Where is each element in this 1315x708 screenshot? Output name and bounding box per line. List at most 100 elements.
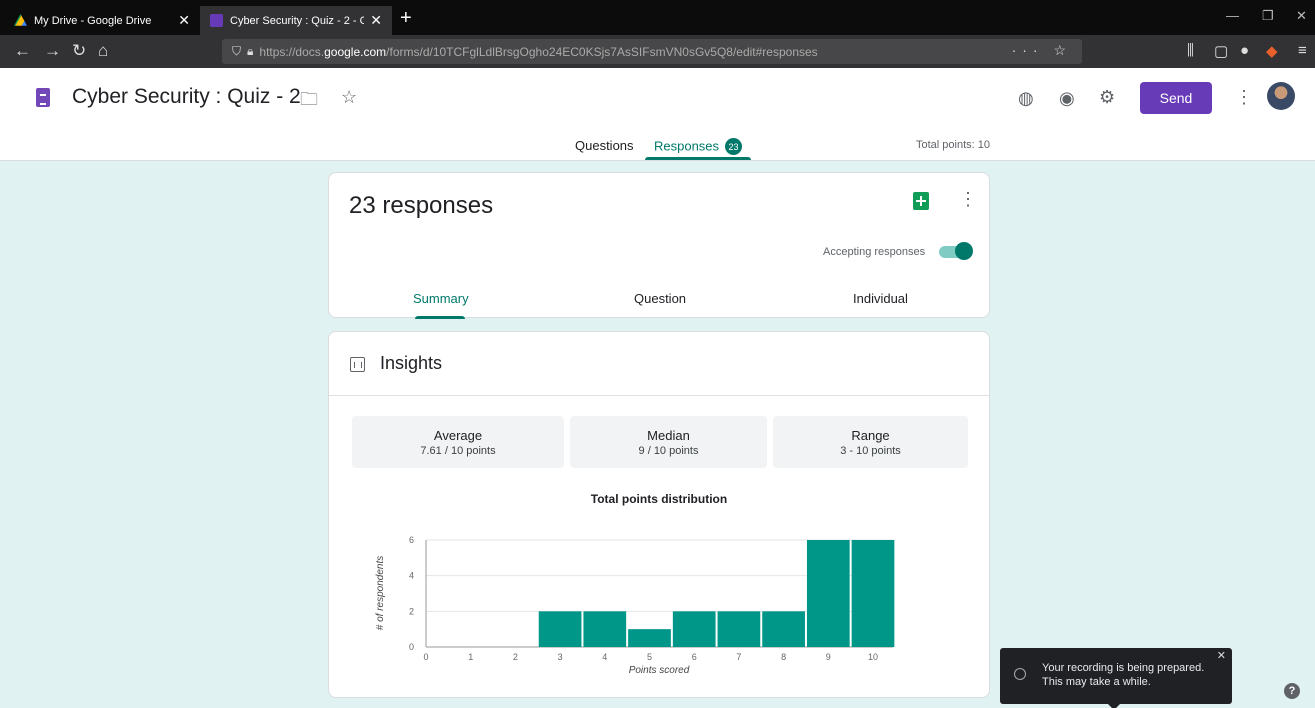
window-close-icon[interactable]: ✕ <box>1296 8 1307 24</box>
account-icon[interactable]: ● <box>1240 42 1249 59</box>
close-icon[interactable]: ✕ <box>1217 649 1226 662</box>
tab-title: Cyber Security : Quiz - 2 - Goo <box>230 14 365 27</box>
divider <box>329 395 989 396</box>
x-tick-label: 5 <box>647 652 652 662</box>
star-icon[interactable]: ☆ <box>341 87 357 108</box>
more-vert-icon[interactable]: ⋮ <box>1235 87 1253 108</box>
bar <box>583 611 627 647</box>
preview-eye-icon[interactable]: ◉ <box>1059 88 1075 109</box>
form-title[interactable]: Cyber Security : Quiz - 2 <box>72 85 301 109</box>
tab-question[interactable]: Question <box>634 291 686 306</box>
browser-tab-forms[interactable]: Cyber Security : Quiz - 2 - Goo ✕ <box>200 6 392 35</box>
palette-icon[interactable]: ◍ <box>1018 88 1034 109</box>
send-button[interactable]: Send <box>1140 82 1212 114</box>
settings-gear-icon[interactable]: ⚙ <box>1099 87 1115 108</box>
x-tick-label: 1 <box>468 652 473 662</box>
forms-header: Cyber Security : Quiz - 2 🗀 ☆ ◍ ◉ ⚙ Send… <box>0 68 1315 161</box>
bar <box>762 611 805 647</box>
tab-title: My Drive - Google Drive <box>34 14 152 27</box>
forward-icon[interactable]: → <box>44 40 61 62</box>
more-vert-icon[interactable]: ⋮ <box>959 189 977 210</box>
loading-spinner-icon <box>1014 668 1026 680</box>
reload-icon[interactable]: ↻ <box>72 40 86 62</box>
minimize-icon[interactable]: — <box>1226 8 1239 23</box>
browser-tab-drive[interactable]: My Drive - Google Drive ✕ <box>4 6 200 35</box>
tab-responses[interactable]: Responses 23 <box>654 138 743 155</box>
x-tick-label: 4 <box>602 652 607 662</box>
avatar[interactable] <box>1267 82 1295 110</box>
back-icon[interactable]: ← <box>14 40 31 62</box>
responses-card: 23 responses ⋮ Accepting responses Summa… <box>328 172 990 319</box>
home-icon[interactable]: ⌂ <box>98 40 108 62</box>
total-points: Total points: 10 <box>916 139 990 151</box>
folder-icon[interactable]: 🗀 <box>300 87 318 117</box>
x-tick-label: 10 <box>868 652 878 662</box>
bar <box>672 611 716 647</box>
responses-count-badge: 23 <box>725 138 743 155</box>
x-tick-label: 3 <box>558 652 563 662</box>
active-subtab-indicator <box>415 316 465 319</box>
y-axis-label: # of respondents <box>375 556 386 631</box>
shield-icon: ⛉ <box>232 44 242 58</box>
browser-tab-bar: My Drive - Google Drive ✕ Cyber Security… <box>0 0 1315 35</box>
y-tick-label: 4 <box>409 571 414 581</box>
y-tick-label: 2 <box>409 606 414 616</box>
google-forms-icon[interactable] <box>36 88 50 107</box>
accepting-responses-toggle[interactable] <box>939 242 973 260</box>
bar <box>628 629 671 647</box>
tab-questions[interactable]: Questions <box>575 138 634 153</box>
url-host: google.com <box>324 44 387 59</box>
stat-value: 7.61 / 10 points <box>420 445 496 457</box>
stat-value: 9 / 10 points <box>638 445 699 457</box>
stat-label: Average <box>433 428 483 443</box>
bar <box>806 540 850 647</box>
insights-chart-icon <box>350 357 365 372</box>
y-tick-label: 0 <box>409 642 414 652</box>
x-tick-label: 2 <box>513 652 518 662</box>
bar <box>717 611 761 647</box>
recording-toast: Your recording is being prepared. This m… <box>1000 648 1232 708</box>
close-tab-icon[interactable]: ✕ <box>370 12 382 29</box>
google-forms-icon <box>210 14 223 27</box>
extension-icon[interactable]: ◆ <box>1266 42 1278 60</box>
tab-summary[interactable]: Summary <box>413 291 469 306</box>
tab-responses-label: Responses <box>654 138 720 154</box>
bar <box>851 540 895 647</box>
url-path: /forms/d/10TCFglLdlBrsgOgho24EC0KSjs7AsS… <box>386 44 818 59</box>
help-icon[interactable]: ? <box>1284 683 1300 699</box>
url-bar[interactable]: ⛉ 🔒︎ https://docs. google.com /forms/d/1… <box>222 39 1082 64</box>
x-tick-label: 6 <box>692 652 697 662</box>
toggle-knob <box>955 242 973 260</box>
menu-icon[interactable]: ≡ <box>1298 42 1307 59</box>
library-icon[interactable]: ⫼ <box>1187 42 1194 59</box>
lock-icon: 🔒︎ <box>247 44 254 58</box>
new-tab-icon[interactable]: + <box>400 8 412 28</box>
google-drive-icon <box>14 14 27 26</box>
tab-individual[interactable]: Individual <box>853 291 908 306</box>
x-axis-label: Points scored <box>629 665 690 676</box>
stat-value: 3 - 10 points <box>840 445 901 457</box>
points-distribution-chart: 0 2 4 6 0 1 2 3 4 5 6 7 8 9 10 Points scored # of respon… <box>375 535 895 676</box>
toast-message: Your recording is being prepared. This m… <box>1042 662 1205 688</box>
x-tick-label: 8 <box>781 652 786 662</box>
page-actions-icon[interactable]: ··· ☆ <box>1012 42 1072 59</box>
sidebar-icon[interactable]: ▢ <box>1214 42 1228 60</box>
x-tick-label: 7 <box>736 652 741 662</box>
stat-range: Range 3 - 10 points <box>773 416 968 468</box>
chart-title: Total points distribution <box>590 492 728 506</box>
bar <box>538 611 582 647</box>
active-tab-indicator <box>645 157 751 160</box>
insights-card: Insights Average 7.61 / 10 points Median… <box>328 331 990 698</box>
accepting-responses-label: Accepting responses <box>823 246 926 258</box>
toast-pointer <box>1108 704 1120 708</box>
restore-icon[interactable]: ❐ <box>1262 8 1274 24</box>
stat-median: Median 9 / 10 points <box>570 416 767 468</box>
google-sheets-icon[interactable] <box>913 192 929 210</box>
stat-average: Average 7.61 / 10 points <box>352 416 564 468</box>
stat-label: Median <box>647 428 690 443</box>
y-tick-label: 6 <box>409 535 414 545</box>
x-tick-label: 9 <box>826 652 831 662</box>
responses-count: 23 responses <box>349 192 494 219</box>
close-tab-icon[interactable]: ✕ <box>178 12 190 29</box>
url-prefix: https://docs. <box>259 44 325 59</box>
